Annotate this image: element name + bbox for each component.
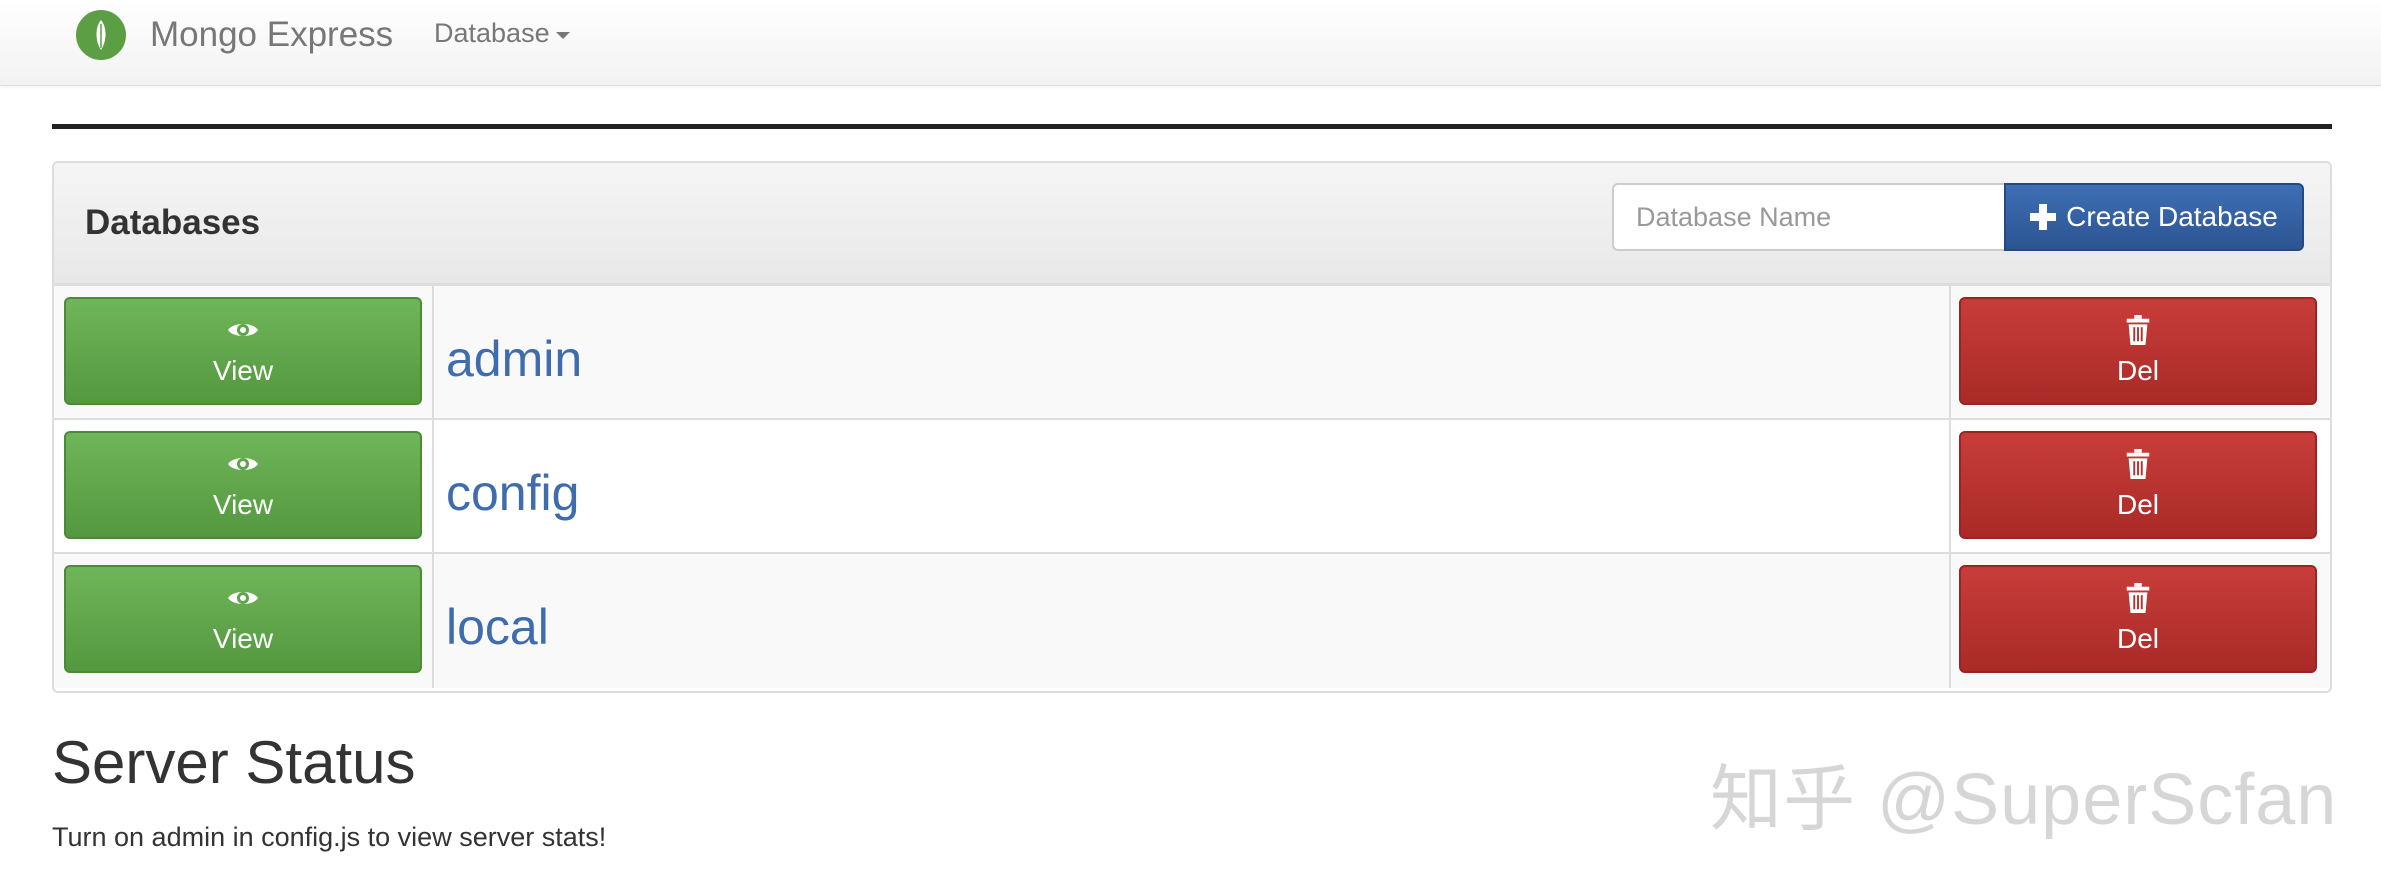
database-list: View admin Del View config Del View loca… — [54, 286, 2330, 688]
view-label: View — [212, 489, 274, 520]
database-row: View admin Del — [54, 286, 2330, 420]
divider — [52, 124, 2332, 129]
database-dropdown-label: Database — [434, 18, 550, 48]
brand-name: Mongo Express — [150, 15, 394, 54]
trash-icon — [2126, 449, 2150, 479]
trash-icon — [2126, 583, 2150, 613]
delete-label: Del — [2116, 489, 2159, 520]
database-row: View config Del — [54, 420, 2330, 554]
watermark: 知乎 @SuperScfan — [1710, 760, 2338, 840]
caret-down-icon — [555, 31, 570, 39]
cell-divider — [1949, 420, 1951, 552]
view-button[interactable]: View — [64, 297, 422, 405]
cell-divider — [432, 554, 434, 688]
delete-button[interactable]: Del — [1959, 297, 2317, 405]
panel-heading: Databases Create Database — [54, 163, 2330, 286]
trash-icon — [2126, 315, 2150, 345]
cell-divider — [1949, 286, 1951, 418]
eye-icon — [228, 458, 258, 470]
view-button[interactable]: View — [64, 431, 422, 539]
eye-icon — [228, 324, 258, 336]
delete-button[interactable]: Del — [1959, 431, 2317, 539]
view-button[interactable]: View — [64, 565, 422, 673]
panel-title: Databases — [85, 203, 261, 242]
database-name-link[interactable]: config — [446, 464, 579, 522]
delete-label: Del — [2116, 623, 2159, 654]
create-database-label: Create Database — [2066, 201, 2278, 232]
view-label: View — [212, 355, 274, 386]
delete-label: Del — [2116, 355, 2159, 386]
plus-icon — [2030, 204, 2057, 230]
databases-panel: Databases Create Database View admin — [52, 161, 2332, 693]
database-row: View local Del — [54, 554, 2330, 688]
cell-divider — [1949, 554, 1951, 688]
database-name-link[interactable]: admin — [446, 330, 582, 388]
server-status-message: Turn on admin in config.js to view serve… — [52, 822, 607, 852]
mongo-leaf-logo-icon — [76, 10, 126, 60]
create-database-button[interactable]: Create Database — [2004, 183, 2304, 251]
cell-divider — [432, 420, 434, 552]
navbar: Mongo Express Database — [0, 0, 2381, 86]
server-status-heading: Server Status — [52, 729, 416, 796]
view-label: View — [212, 623, 274, 654]
cell-divider — [432, 286, 434, 418]
database-name-input[interactable] — [1612, 183, 2004, 251]
brand[interactable]: Mongo Express — [76, 9, 393, 61]
database-name-link[interactable]: local — [446, 598, 549, 656]
database-dropdown[interactable]: Database — [434, 18, 570, 49]
eye-icon — [228, 592, 258, 604]
delete-button[interactable]: Del — [1959, 565, 2317, 673]
